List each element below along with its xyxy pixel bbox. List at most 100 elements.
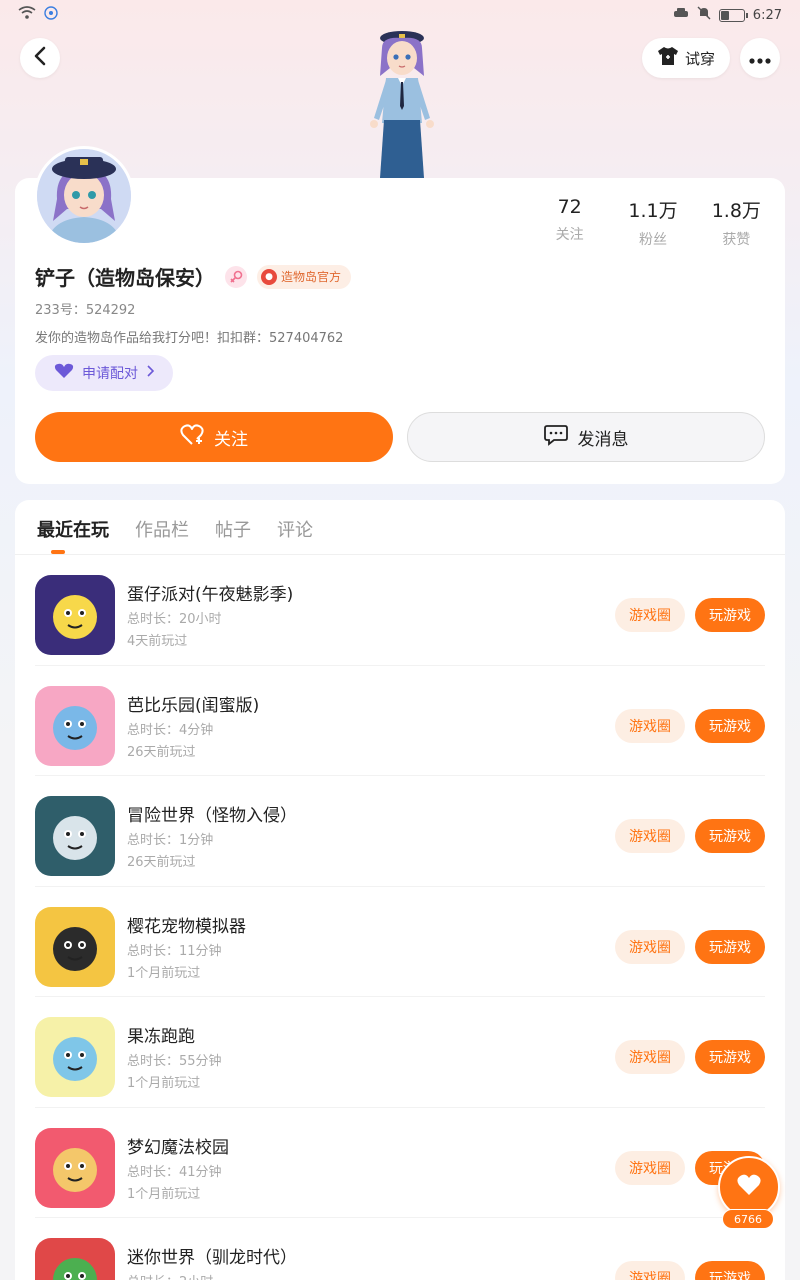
game-duration: 总时长：55分钟 — [127, 1054, 222, 1069]
female-gender-icon — [225, 265, 247, 288]
status-bar: 6:27 — [0, 0, 800, 30]
status-time: 6:27 — [752, 7, 782, 23]
character-avatar-illustration — [352, 28, 452, 178]
official-logo-icon: ● — [261, 268, 277, 285]
egg-party-icon[interactable] — [35, 575, 115, 655]
magic-school-icon[interactable] — [35, 1127, 115, 1208]
game-duration: 总时长：2小时 — [127, 1271, 213, 1280]
send-message-button[interactable]: 发消息 — [407, 412, 765, 462]
stat-likes-label: 获赞 — [722, 232, 751, 248]
play-game-button[interactable]: 玩游戏 — [695, 1040, 765, 1074]
stat-likes[interactable]: 1.8万 获赞 — [695, 196, 778, 249]
try-on-label: 试穿 — [684, 49, 715, 68]
back-button[interactable] — [20, 38, 60, 78]
game-circle-button[interactable]: 游戏圈 — [615, 929, 685, 964]
play-game-button[interactable]: 玩游戏 — [695, 929, 765, 964]
more-dots-icon — [749, 49, 771, 68]
game-last-played: 1个月前玩过 — [127, 1186, 201, 1202]
game-duration: 总时长：4分钟 — [127, 722, 214, 738]
stat-followers[interactable]: 1.1万 粉丝 — [611, 196, 694, 249]
user-bio: 发你的造物岛作品给我打分吧！扣扣群：527404762 — [35, 331, 344, 346]
tshirt-icon — [657, 46, 679, 70]
tab-works[interactable]: 作品栏 — [135, 516, 189, 542]
game-duration: 总时长：20小时 — [127, 612, 222, 627]
profile-stats: 72 关注 1.1万 粉丝 1.8万 获赞 — [528, 196, 778, 249]
game-list-item[interactable]: 蛋仔派对(午夜魅影季) 总时长：20小时 4天前玩过 游戏圈 玩游戏 — [35, 555, 765, 666]
chat-bubble-icon — [543, 424, 568, 451]
stat-followers-value: 1.1万 — [628, 200, 678, 222]
floating-like-count: 6766 — [722, 1209, 774, 1229]
chevron-right-icon — [146, 365, 155, 381]
follow-button[interactable]: 关注 — [35, 412, 393, 462]
stat-following-label: 关注 — [555, 227, 584, 243]
game-duration: 总时长：11分钟 — [127, 943, 222, 959]
tab-comments[interactable]: 评论 — [277, 516, 313, 542]
send-message-label: 发消息 — [577, 429, 629, 450]
game-list: 蛋仔派对(午夜魅影季) 总时长：20小时 4天前玩过 游戏圈 玩游戏 芭比乐园(闺蜜版) 总… — [15, 555, 785, 1280]
tab-posts[interactable]: 帖子 — [215, 516, 251, 542]
user-avatar[interactable] — [34, 146, 134, 246]
stat-followers-label: 粉丝 — [638, 232, 667, 248]
apply-pairing-label: 申请配对 — [82, 366, 138, 382]
battery-icon — [718, 8, 748, 22]
stat-following-value: 72 — [557, 196, 582, 218]
wifi-icon — [18, 6, 36, 24]
official-badge-label: 造物岛官方 — [281, 270, 342, 284]
content-card: 最近在玩 作品栏 帖子 评论 蛋仔派对(午夜魅影季) 总时长：20小时 4天前玩过游… — [15, 500, 785, 1280]
game-last-played: 26天前玩过 — [127, 744, 196, 760]
game-circle-button[interactable]: 游戏圈 — [615, 819, 685, 853]
username-row: 铲子（造物岛保安） ● 造物岛官方 — [35, 262, 352, 291]
game-circle-button[interactable]: 游戏圈 — [615, 1040, 685, 1074]
game-last-played: 1个月前玩过 — [127, 965, 201, 981]
play-game-button[interactable]: 玩游戏 — [695, 708, 765, 743]
vehicle-icon — [673, 6, 689, 24]
game-list-item[interactable]: 梦幻魔法校园总时长：41分钟1个月前玩过游戏圈玩游戏 — [35, 1108, 765, 1218]
barbie-park-icon[interactable] — [35, 685, 115, 766]
game-list-item[interactable]: 果冻跑跑总时长：55分钟 1个月前玩过 游戏圈 玩游戏 — [35, 997, 765, 1108]
sakura-pet-icon[interactable] — [35, 906, 115, 987]
user-id: 233号：524292 — [35, 303, 136, 318]
game-circle-button[interactable]: 游戏圈 — [615, 598, 685, 632]
active-tab-indicator — [51, 550, 65, 554]
game-last-played: 1个月前玩过 — [127, 1076, 201, 1091]
more-options-button[interactable] — [740, 38, 780, 78]
try-on-button[interactable]: 试穿 — [642, 38, 730, 78]
game-list-item[interactable]: 冒险世界（怪物入侵） 总时长：1分钟 26天前玩过 游戏圈 玩游戏 — [35, 776, 765, 887]
game-name: 蛋仔派对(午夜魅影季) — [127, 585, 294, 605]
play-game-button[interactable]: 玩游戏 — [695, 819, 765, 853]
play-game-button[interactable]: 玩游戏 — [695, 598, 765, 632]
game-last-played: 26天前玩过 — [127, 855, 196, 870]
heart-plus-icon — [180, 423, 204, 451]
game-list-item[interactable]: 樱花宠物模拟器总时长：11分钟 1个月前玩过 游戏圈 玩游戏 — [35, 887, 765, 997]
game-name: 冒险世界（怪物入侵） — [127, 806, 297, 826]
game-name: 果冻跑跑 — [127, 1027, 195, 1047]
game-circle-button[interactable]: 游戏圈 — [615, 708, 685, 743]
username: 铲子（造物岛保安） — [35, 266, 215, 290]
tab-recently-played[interactable]: 最近在玩 — [37, 516, 109, 542]
apply-pairing-button[interactable]: 申请配对 — [35, 355, 173, 391]
game-circle-button[interactable]: 游戏圈 — [615, 1150, 685, 1185]
heart-icon — [736, 1173, 762, 1201]
stat-following[interactable]: 72 关注 — [528, 196, 611, 249]
game-last-played: 4天前玩过 — [127, 634, 188, 649]
game-name: 梦幻魔法校园 — [127, 1137, 229, 1158]
hd-icon — [44, 6, 58, 24]
follow-label: 关注 — [214, 429, 248, 450]
game-duration: 总时长：1分钟 — [127, 833, 214, 848]
game-list-item[interactable]: 迷你世界（驯龙时代） 总时长：2小时 游戏圈玩游戏 — [35, 1218, 765, 1280]
profile-tabs: 最近在玩 作品栏 帖子 评论 — [37, 516, 313, 542]
play-game-button[interactable]: 玩游戏 — [695, 1261, 765, 1280]
heart-pair-icon — [54, 363, 74, 383]
game-circle-button[interactable]: 游戏圈 — [615, 1261, 685, 1280]
adventure-world-icon[interactable] — [35, 796, 115, 876]
mute-icon — [697, 6, 711, 24]
game-name: 迷你世界（驯龙时代） — [127, 1248, 297, 1268]
jelly-run-icon[interactable] — [35, 1017, 115, 1097]
official-badge: ● 造物岛官方 — [257, 264, 352, 289]
game-duration: 总时长：41分钟 — [127, 1164, 222, 1180]
mini-world-icon[interactable] — [35, 1238, 115, 1280]
stat-likes-value: 1.8万 — [711, 200, 761, 222]
game-list-item[interactable]: 芭比乐园(闺蜜版) 总时长：4分钟 26天前玩过 游戏圈 玩游戏 — [35, 666, 765, 776]
chevron-left-icon — [33, 46, 47, 70]
game-name: 樱花宠物模拟器 — [127, 916, 246, 937]
